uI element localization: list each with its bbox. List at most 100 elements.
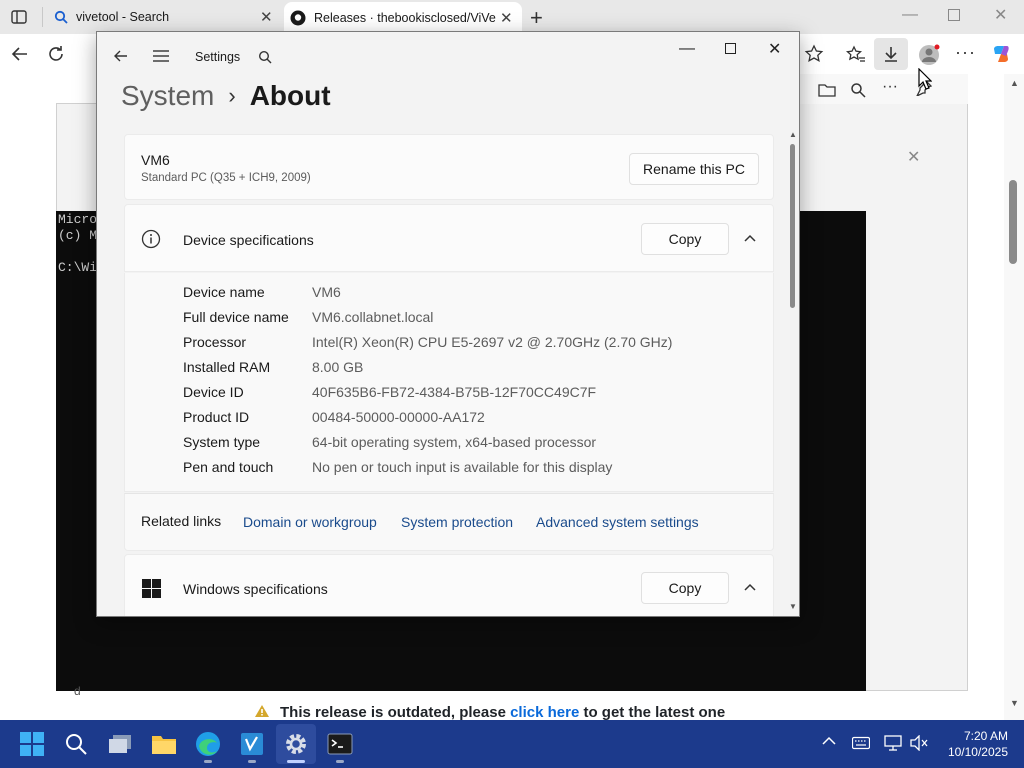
menu-icon[interactable] — [153, 49, 169, 63]
app-title: Settings — [195, 50, 241, 64]
copy-windows-specs-button[interactable]: Copy — [641, 572, 729, 604]
spec-label: Device name — [183, 284, 265, 300]
related-links: Related links Domain or workgroup System… — [124, 493, 774, 551]
mouse-cursor — [918, 68, 932, 90]
system-clock[interactable]: 7:20 AM 10/10/2025 — [930, 728, 1008, 760]
search-icon[interactable] — [850, 82, 866, 98]
tab-vivetool-search[interactable]: vivetool - Search ✕ — [48, 0, 282, 34]
keyboard-icon[interactable] — [852, 736, 870, 750]
download-icon — [881, 44, 901, 64]
close-icon[interactable]: ✕ — [907, 147, 920, 167]
maximize-icon[interactable] — [725, 43, 736, 54]
start-button[interactable] — [12, 724, 52, 764]
windows-specifications-header[interactable]: Windows specifications Copy — [124, 554, 774, 616]
release-outdated-message: This release is outdated, please click h… — [280, 704, 725, 721]
spec-value[interactable]: 8.00 GB — [312, 359, 363, 375]
spec-label: System type — [183, 434, 261, 450]
tab-label: Releases · thebookisclosed/ViVe — [314, 11, 496, 25]
network-icon[interactable] — [884, 735, 902, 751]
spec-value[interactable]: No pen or touch input is available for t… — [312, 459, 612, 475]
search-icon[interactable] — [56, 724, 96, 764]
spec-label: Full device name — [183, 309, 289, 325]
windows-logo-icon — [142, 579, 161, 598]
minimize-icon[interactable]: — — [679, 40, 695, 58]
downloads-button[interactable] — [874, 38, 908, 70]
favorite-star-icon[interactable] — [804, 44, 824, 64]
domain-or-workgroup-link[interactable]: Domain or workgroup — [243, 514, 377, 530]
tab-actions-icon[interactable] — [10, 8, 28, 26]
spec-label: Processor — [183, 334, 247, 350]
scroll-up-arrow[interactable]: ▲ — [789, 130, 797, 139]
close-tab-icon[interactable]: ✕ — [500, 9, 513, 27]
terminal-toolbar: ··· — [800, 74, 968, 104]
edge-icon[interactable] — [188, 724, 228, 764]
breadcrumb-system[interactable]: System — [121, 80, 214, 112]
spec-value[interactable]: VM6 — [312, 284, 341, 300]
profile-avatar[interactable] — [918, 44, 940, 66]
page-title: About — [249, 80, 331, 111]
breadcrumb: System › About — [121, 80, 331, 112]
favorites-icon[interactable] — [846, 44, 866, 64]
browser-scrollbar[interactable]: ▲ ▼ — [1004, 74, 1024, 720]
close-icon[interactable]: ✕ — [994, 5, 1007, 25]
spec-value[interactable]: VM6.collabnet.local — [312, 309, 433, 325]
spec-value[interactable]: 00484-50000-00000-AA172 — [312, 409, 485, 425]
device-specifications-header[interactable]: Device specifications Copy — [124, 204, 774, 272]
task-view-icon[interactable] — [100, 724, 140, 764]
terminal-line: (c) M — [58, 228, 98, 243]
visual-studio-icon[interactable] — [232, 724, 272, 764]
volume-muted-icon[interactable] — [910, 735, 928, 751]
system-protection-link[interactable]: System protection — [401, 514, 513, 530]
settings-window: Settings — ✕ System › About VM6 Standard… — [96, 31, 800, 617]
scroll-down-arrow[interactable]: ▼ — [789, 602, 797, 611]
chevron-up-icon[interactable] — [743, 582, 757, 592]
spec-label: Device ID — [183, 384, 244, 400]
restore-icon[interactable] — [948, 9, 960, 21]
close-tab-icon[interactable]: ✕ — [260, 8, 273, 26]
more-icon[interactable]: ··· — [882, 78, 898, 96]
chevron-up-icon[interactable] — [822, 736, 836, 746]
settings-app-icon[interactable] — [276, 724, 316, 764]
scroll-up-arrow[interactable]: ▲ — [1010, 78, 1019, 88]
spec-label: Pen and touch — [183, 459, 274, 475]
file-explorer-icon[interactable] — [144, 724, 184, 764]
latest-release-link[interactable]: click here — [510, 704, 579, 721]
spec-value[interactable]: Intel(R) Xeon(R) CPU E5-2697 v2 @ 2.70GH… — [312, 334, 672, 350]
warning-icon — [254, 704, 270, 718]
related-links-title: Related links — [141, 513, 222, 529]
copy-device-specs-button[interactable]: Copy — [641, 223, 729, 255]
spec-value[interactable]: 40F635B6-FB72-4384-B75B-12F70CC49C7F — [312, 384, 596, 400]
pc-name-card: VM6 Standard PC (Q35 + ICH9, 2009) Renam… — [124, 134, 774, 200]
spec-value[interactable]: 64-bit operating system, x64-based proce… — [312, 434, 596, 450]
release-text-part: to get the latest one — [579, 704, 726, 721]
search-icon — [54, 10, 68, 24]
tab-releases-vive[interactable]: Releases · thebookisclosed/ViVe ✕ — [284, 2, 522, 34]
back-icon[interactable] — [113, 48, 129, 64]
scrollbar-thumb[interactable] — [790, 144, 795, 308]
terminal-line: C:\Wi — [58, 260, 98, 275]
back-icon[interactable] — [10, 44, 30, 64]
clock-time: 7:20 AM — [963, 729, 1008, 743]
advanced-system-settings-link[interactable]: Advanced system settings — [536, 514, 699, 530]
more-options-icon[interactable]: ··· — [955, 42, 976, 63]
scroll-down-arrow[interactable]: ▼ — [1010, 698, 1019, 708]
page-text-fragment: d — [74, 684, 81, 698]
search-icon[interactable] — [258, 50, 272, 64]
release-text-part: This release is outdated, please — [280, 704, 511, 721]
close-icon[interactable]: ✕ — [768, 39, 781, 59]
refresh-icon[interactable] — [46, 44, 66, 64]
github-icon — [290, 10, 306, 26]
scrollbar-thumb[interactable] — [1009, 180, 1017, 264]
rename-pc-button[interactable]: Rename this PC — [629, 153, 759, 185]
chevron-up-icon[interactable] — [743, 233, 757, 243]
device-specifications-title: Device specifications — [183, 232, 314, 248]
folder-icon[interactable] — [818, 82, 836, 98]
terminal-app-icon[interactable] — [320, 724, 360, 764]
new-tab-icon[interactable]: + — [530, 5, 543, 31]
chevron-right-icon: › — [228, 83, 236, 108]
copilot-icon[interactable] — [990, 43, 1012, 65]
minimize-icon[interactable]: — — [902, 6, 918, 24]
tab-label: vivetool - Search — [76, 10, 170, 24]
settings-scrollbar[interactable]: ▲ ▼ — [789, 130, 797, 611]
